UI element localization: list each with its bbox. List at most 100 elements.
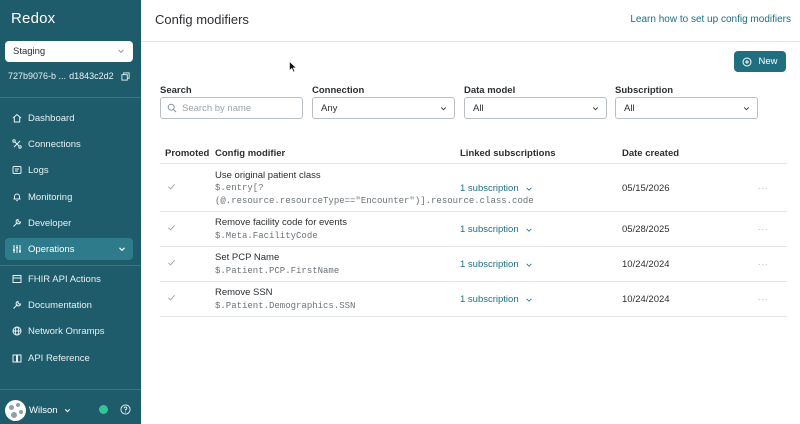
- new-button-label: New: [758, 56, 778, 67]
- sidebar-divider: [0, 265, 141, 266]
- config-modifier-path: $.Patient.PCP.FirstName: [215, 266, 340, 276]
- sidebar-item-documentation[interactable]: Documentation: [5, 294, 133, 316]
- check-icon: [168, 260, 175, 266]
- help-link[interactable]: Learn how to set up config modifiers: [630, 14, 791, 25]
- table-row-divider: [160, 281, 787, 282]
- data-model-label: Data model: [464, 85, 516, 96]
- user-name: Wilson: [29, 404, 58, 416]
- sidebar-item-api-reference[interactable]: API Reference: [5, 347, 133, 369]
- avatar: [5, 399, 26, 421]
- environment-value: Staging: [13, 46, 46, 57]
- subscription-value: All: [624, 102, 635, 114]
- plus-circle-icon: [742, 57, 752, 66]
- chevron-down-icon: [743, 107, 750, 111]
- sidebar-item-label: FHIR API Actions: [28, 273, 101, 285]
- search-icon: [167, 103, 177, 113]
- sidebar-item-logs[interactable]: Logs: [5, 159, 133, 181]
- subscription-select[interactable]: All: [615, 97, 758, 119]
- chevron-down-icon: [525, 298, 532, 302]
- chevron-down-icon: [118, 49, 124, 54]
- sidebar-item-dashboard[interactable]: Dashboard: [5, 107, 133, 129]
- user-menu[interactable]: Wilson: [5, 399, 136, 421]
- config-modifier-name[interactable]: Use original patient class: [215, 170, 321, 181]
- chevron-down-icon: [525, 263, 532, 267]
- search-label: Search: [160, 85, 192, 96]
- linked-subscriptions-toggle[interactable]: 1 subscription: [460, 183, 533, 194]
- table-divider: [160, 163, 787, 164]
- subscription-label: Subscription: [615, 85, 674, 96]
- linked-subscriptions-toggle[interactable]: 1 subscription: [460, 224, 533, 235]
- chevron-down-icon: [525, 187, 532, 191]
- sidebar-item-label: Network Onramps: [28, 325, 105, 337]
- linked-subscriptions-count: 1 subscription: [460, 259, 519, 270]
- more-actions-button[interactable]: ...: [758, 222, 769, 232]
- new-button[interactable]: New: [734, 51, 786, 72]
- table-row-divider: [160, 246, 787, 247]
- sidebar-item-label: Connections: [28, 138, 81, 150]
- sidebar-divider: [0, 97, 141, 98]
- check-icon: [168, 225, 175, 231]
- chevron-down-icon[interactable]: [117, 244, 127, 254]
- connection-label: Connection: [312, 85, 365, 96]
- linked-subscriptions-count: 1 subscription: [460, 224, 519, 235]
- sliders-icon: [13, 245, 21, 253]
- sidebar-item-operations[interactable]: Operations: [5, 238, 133, 260]
- env-id: d1843c2d2: [69, 71, 114, 81]
- sidebar-item-label: Dashboard: [28, 112, 75, 124]
- config-modifier-name[interactable]: Remove SSN: [215, 287, 273, 298]
- more-actions-button[interactable]: ...: [758, 181, 769, 191]
- more-actions-button[interactable]: ...: [758, 257, 769, 267]
- linked-subscriptions-toggle[interactable]: 1 subscription: [460, 259, 533, 270]
- connections-icon: [12, 139, 22, 149]
- chevron-down-icon: [525, 228, 532, 232]
- globe-icon: [12, 326, 22, 336]
- column-header-promoted: Promoted: [165, 148, 210, 159]
- sidebar-item-network-onramps[interactable]: Network Onramps: [5, 320, 133, 342]
- search-input[interactable]: [182, 102, 292, 114]
- table-row-divider: [160, 316, 787, 317]
- sidebar-item-label: Logs: [28, 164, 49, 176]
- chevron-down-icon: [440, 107, 447, 111]
- linked-subscriptions-count: 1 subscription: [460, 294, 519, 305]
- logs-icon: [12, 166, 22, 174]
- page-title: Config modifiers: [155, 12, 249, 27]
- search-field[interactable]: [160, 97, 303, 119]
- check-icon: [168, 184, 175, 190]
- sidebar: Redox Staging 727b9076-b ... d1843c2d2 D…: [0, 0, 141, 424]
- fhir-icon: [12, 275, 22, 283]
- help-icon[interactable]: [120, 404, 131, 415]
- sidebar-item-fhir-api-actions[interactable]: FHIR API Actions: [5, 268, 133, 290]
- org-id: 727b9076-b ...: [8, 71, 67, 81]
- date-created: 10/24/2024: [622, 294, 670, 305]
- mouse-cursor-icon: [289, 61, 297, 73]
- config-modifier-name[interactable]: Set PCP Name: [215, 252, 279, 263]
- check-icon: [168, 295, 175, 301]
- home-icon: [12, 113, 22, 123]
- status-indicator: [99, 405, 108, 414]
- data-model-select[interactable]: All: [464, 97, 607, 119]
- connection-value: Any: [321, 102, 338, 114]
- chevron-down-icon: [592, 107, 599, 111]
- linked-subscriptions-toggle[interactable]: 1 subscription: [460, 294, 533, 305]
- connection-select[interactable]: Any: [312, 97, 455, 119]
- table-row-divider: [160, 211, 787, 212]
- more-actions-button[interactable]: ...: [758, 292, 769, 302]
- date-created: 10/24/2024: [622, 259, 670, 270]
- date-created: 05/15/2026: [622, 183, 670, 194]
- config-modifier-path: $.Patient.Demographics.SSN: [215, 301, 356, 311]
- book-icon: [12, 354, 22, 363]
- sidebar-item-developer[interactable]: Developer: [5, 212, 133, 234]
- environment-ids: 727b9076-b ... d1843c2d2: [8, 71, 130, 81]
- column-header-config-modifier: Config modifier: [215, 148, 286, 159]
- sidebar-item-monitoring[interactable]: Monitoring: [5, 186, 133, 208]
- sidebar-item-connections[interactable]: Connections: [5, 133, 133, 155]
- copy-icon[interactable]: [121, 71, 130, 81]
- bell-icon: [13, 193, 21, 202]
- redox-logo[interactable]: Redox: [11, 10, 55, 27]
- sidebar-item-label: Developer: [28, 217, 72, 229]
- config-modifier-name[interactable]: Remove facility code for events: [215, 217, 347, 228]
- linked-subscriptions-count: 1 subscription: [460, 183, 519, 194]
- environment-select[interactable]: Staging: [5, 41, 133, 62]
- column-header-date-created: Date created: [622, 148, 680, 159]
- data-model-value: All: [473, 102, 484, 114]
